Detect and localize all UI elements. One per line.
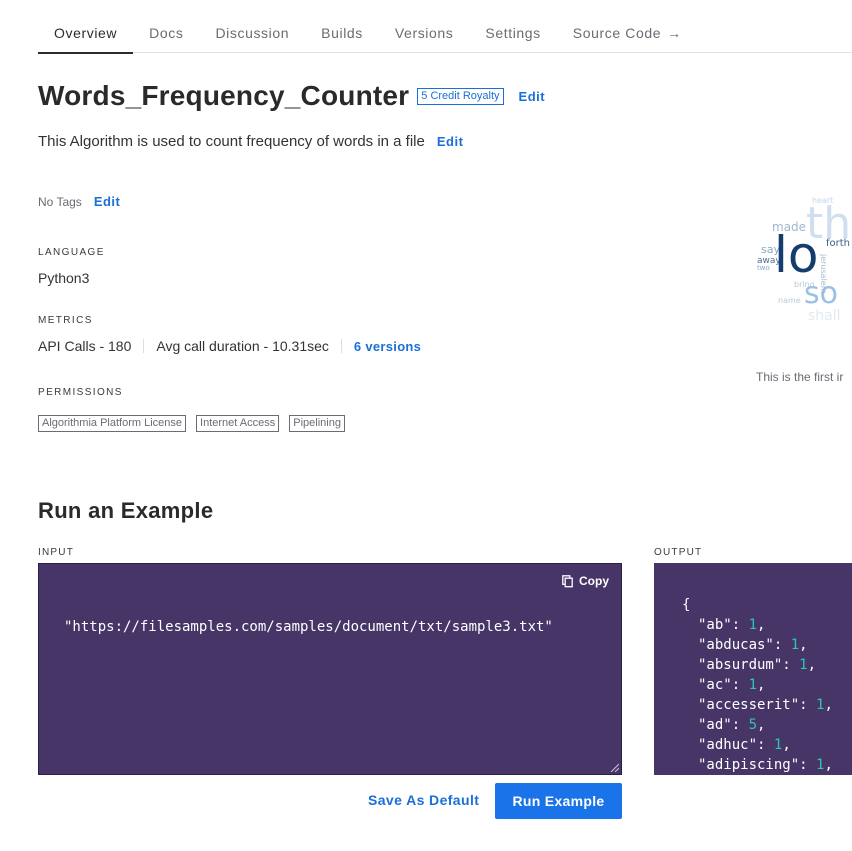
output-line: "adhuc": 1,	[698, 737, 791, 753]
tab-bar: Overview Docs Discussion Builds Versions…	[38, 14, 852, 54]
copy-icon	[562, 574, 573, 587]
run-example-title: Run an Example	[38, 498, 214, 523]
tags-row: No Tags Edit	[38, 194, 120, 209]
api-calls: API Calls - 180	[38, 338, 132, 354]
output-value: 1	[790, 637, 800, 653]
permission-badge: Pipelining	[289, 415, 345, 432]
output-line: "accesserit": 1,	[698, 697, 833, 713]
output-value: 1	[748, 677, 758, 693]
page-title: Words_Frequency_Counter	[38, 80, 410, 111]
edit-title-link[interactable]: Edit	[519, 89, 546, 104]
language-value: Python3	[38, 270, 90, 286]
cloud-word: forth	[826, 238, 851, 249]
tab-overview[interactable]: Overview	[38, 14, 134, 54]
cloud-word: jerusalem	[819, 254, 828, 294]
tab-source-code-label: Source Code	[572, 25, 662, 41]
output-label: OUTPUT	[654, 547, 703, 558]
title-row: Words_Frequency_Counter 5 Credit Royalty…	[38, 80, 545, 112]
tab-builds[interactable]: Builds	[305, 14, 379, 53]
metrics-divider	[143, 339, 145, 353]
avg-call-duration: Avg call duration - 10.31sec	[156, 338, 329, 354]
output-key: "abducas"	[698, 637, 774, 653]
output-key: "adhuc"	[698, 737, 758, 753]
input-editor[interactable]: Copy "https://filesamples.com/samples/do…	[38, 563, 622, 775]
tab-versions[interactable]: Versions	[379, 14, 470, 53]
output-value: 1	[748, 617, 758, 633]
word-cloud-image: heart the made forth say away two lo bri…	[756, 196, 852, 326]
tab-discussion[interactable]: Discussion	[199, 14, 305, 53]
output-value: 1	[816, 697, 825, 713]
input-value[interactable]: "https://filesamples.com/samples/documen…	[64, 619, 553, 635]
metrics-row: API Calls - 180 Avg call duration - 10.3…	[38, 338, 421, 354]
tab-settings[interactable]: Settings	[469, 14, 556, 53]
input-label: INPUT	[38, 547, 74, 558]
output-line: "ab": 1,	[698, 617, 766, 633]
edit-tags-link[interactable]: Edit	[94, 194, 121, 209]
algorithm-description: This Algorithm is used to count frequenc…	[38, 133, 425, 150]
output-value: 5	[748, 717, 758, 733]
output-key: "adipiscing"	[698, 757, 800, 773]
metrics-divider	[340, 339, 342, 353]
copy-button[interactable]: Copy	[562, 574, 609, 588]
no-tags-text: No Tags	[38, 194, 82, 209]
save-as-default-button[interactable]: Save As Default	[368, 792, 479, 808]
output-value: 1	[816, 757, 825, 773]
edit-description-link[interactable]: Edit	[437, 134, 464, 149]
royalty-badge: 5 Credit Royalty	[417, 87, 504, 105]
versions-link[interactable]: 6 versions	[354, 339, 421, 354]
tab-source-code[interactable]: Source Code →	[557, 14, 698, 53]
output-key: "ac"	[698, 677, 732, 693]
metrics-label: METRICS	[38, 315, 93, 326]
permissions-list: Algorithmia Platform License Internet Ac…	[38, 415, 345, 432]
cloud-word: two	[757, 264, 770, 272]
output-line: "ad": 5,	[698, 717, 766, 733]
output-value: 1	[799, 657, 808, 673]
cloud-word: name	[778, 296, 801, 305]
output-line: "ac": 1,	[698, 677, 766, 693]
permission-badge: Algorithmia Platform License	[38, 415, 187, 432]
output-key: "ab"	[698, 617, 732, 633]
arrow-right-icon: →	[667, 25, 682, 41]
output-open-brace: {	[682, 597, 691, 613]
language-label: LANGUAGE	[38, 247, 105, 258]
word-cloud-caption: This is the first ir	[756, 370, 844, 384]
output-value: 1	[773, 737, 783, 753]
output-line: "abducas": 1,	[698, 637, 808, 653]
run-example-button[interactable]: Run Example	[495, 783, 622, 819]
output-line: "adipiscing": 1,	[698, 757, 833, 773]
description-row: This Algorithm is used to count frequenc…	[38, 133, 463, 150]
output-key: "ad"	[698, 717, 732, 733]
copy-label: Copy	[579, 574, 609, 588]
permissions-label: PERMISSIONS	[38, 387, 123, 398]
permission-badge: Internet Access	[196, 415, 280, 432]
tab-docs[interactable]: Docs	[133, 14, 199, 53]
output-key: "absurdum"	[698, 657, 783, 673]
output-key: "accesserit"	[698, 697, 800, 713]
output-panel[interactable]: { "ab": 1, "abducas": 1, "absurdum": 1, …	[654, 563, 852, 775]
resize-handle-icon[interactable]	[609, 762, 619, 772]
cloud-word: shall	[808, 308, 841, 324]
output-line: "absurdum": 1,	[698, 657, 817, 673]
